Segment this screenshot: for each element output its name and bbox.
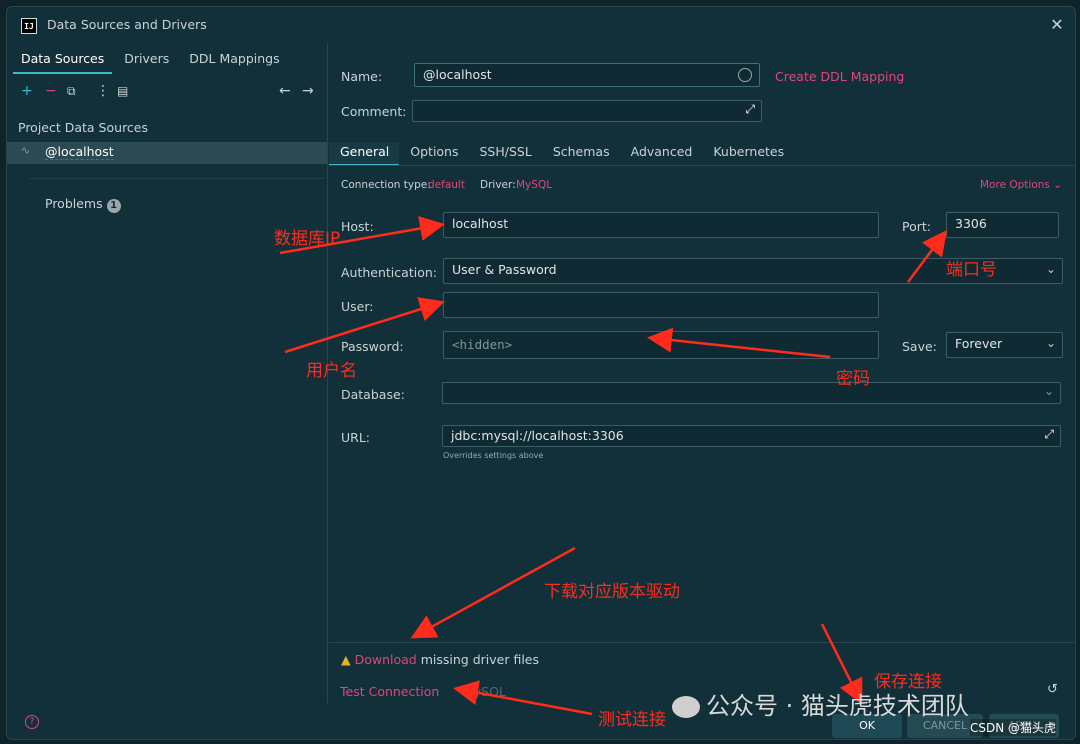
intellij-logo-icon: IJ — [21, 18, 37, 34]
comment-input[interactable]: ⤢ — [412, 100, 762, 122]
password-input[interactable]: <hidden> — [443, 331, 879, 359]
project-data-sources-heading: Project Data Sources — [18, 120, 149, 135]
url-value: jdbc:mysql://localhost:3306 — [451, 428, 624, 443]
chevron-down-icon: ⌄ — [1053, 179, 1063, 191]
tab-advanced[interactable]: Advanced — [620, 142, 703, 166]
left-tabs: Data Sources Drivers DDL Mappings — [13, 48, 292, 74]
save-label: Save: — [902, 339, 937, 354]
authentication-label: Authentication: — [341, 265, 437, 280]
revert-icon[interactable]: ↺ — [1047, 682, 1058, 697]
tab-schemas[interactable]: Schemas — [542, 142, 620, 166]
url-label: URL: — [341, 430, 371, 445]
download-link[interactable]: Download — [355, 652, 417, 667]
name-label: Name: — [341, 69, 383, 84]
port-label: Port: — [902, 219, 931, 234]
download-notice: ▲ Download missing driver files — [341, 652, 539, 667]
database-label: Database: — [341, 387, 405, 402]
left-toolbar: + − ⧉ ⋮ ▤ ← → — [7, 81, 327, 105]
more-options-label: More Options — [980, 179, 1050, 191]
download-notice-text: missing driver files — [420, 652, 540, 667]
problems-label: Problems — [45, 196, 103, 211]
driver-value[interactable]: MySQL — [516, 179, 552, 191]
more-icon[interactable]: ⋮ — [96, 81, 110, 101]
right-panel: Name: @localhost Create DDL Mapping Comm… — [329, 43, 1075, 739]
tab-ssh-ssl[interactable]: SSH/SSL — [469, 142, 542, 166]
host-label: Host: — [341, 219, 374, 234]
tab-divider — [329, 165, 1075, 166]
database-select[interactable]: ⌄ — [442, 382, 1061, 404]
name-input[interactable]: @localhost — [414, 63, 760, 87]
annotation-db-ip: 数据库IP — [274, 229, 341, 249]
url-input[interactable]: jdbc:mysql://localhost:3306 ⤢ — [442, 425, 1061, 447]
annotation-test-connection: 测试连接 — [598, 710, 666, 730]
csdn-watermark: CSDN @猫头虎 — [970, 719, 1057, 736]
form-tabs: General Options SSH/SSL Schemas Advanced… — [329, 142, 1075, 166]
host-input[interactable]: localhost — [443, 212, 879, 238]
warning-icon: ▲ — [341, 652, 351, 667]
window-title: Data Sources and Drivers — [47, 17, 207, 32]
remove-icon[interactable]: − — [45, 81, 57, 101]
chevron-down-icon: ⌄ — [1045, 336, 1056, 350]
comment-label: Comment: — [341, 104, 407, 119]
datasource-item-localhost[interactable]: ∿ @localhost — [7, 142, 327, 164]
driver-label: Driver: — [480, 179, 516, 191]
test-connection-link[interactable]: Test Connection — [340, 684, 439, 699]
annotation-password: 密码 — [836, 369, 870, 389]
tab-options[interactable]: Options — [399, 142, 468, 166]
add-icon[interactable]: + — [21, 81, 33, 101]
forward-icon[interactable]: → — [302, 81, 314, 101]
dialog-window: IJ Data Sources and Drivers ✕ Data Sourc… — [6, 6, 1076, 740]
tab-ddl-mappings[interactable]: DDL Mappings — [181, 48, 287, 74]
tab-drivers[interactable]: Drivers — [116, 48, 177, 74]
authentication-value: User & Password — [452, 262, 557, 277]
close-icon[interactable]: ✕ — [1047, 15, 1067, 35]
wechat-watermark: 公众号 · 猫头虎技术团队 — [672, 686, 969, 721]
divider — [29, 178, 325, 179]
import-icon[interactable]: ▤ — [117, 81, 128, 101]
problems-count-badge: 1 — [106, 199, 121, 213]
annotation-download-driver: 下载对应版本驱动 — [544, 582, 680, 602]
help-icon[interactable]: ? — [25, 715, 39, 729]
user-input[interactable] — [443, 292, 879, 318]
datasource-label: @localhost — [45, 144, 114, 160]
tab-general[interactable]: General — [329, 142, 400, 166]
create-ddl-mapping-link[interactable]: Create DDL Mapping — [775, 69, 904, 84]
more-options-link[interactable]: More Options ⌄ — [980, 179, 1062, 191]
expand-icon[interactable]: ⤢ — [745, 102, 755, 117]
color-circle-icon[interactable] — [738, 68, 752, 82]
test-connection-driver: MySQL — [463, 684, 506, 699]
bottom-divider — [329, 642, 1075, 643]
connection-type-value[interactable]: default — [428, 179, 465, 191]
watermark-text: 公众号 · 猫头虎技术团队 — [706, 692, 969, 720]
url-hint: Overrides settings above — [443, 451, 544, 460]
annotation-port: 端口号 — [946, 260, 997, 280]
problems-item[interactable]: Problems 1 — [45, 196, 121, 213]
chevron-down-icon: ⌄ — [1045, 262, 1056, 276]
user-label: User: — [341, 299, 374, 314]
mysql-dolphin-icon: ∿ — [21, 144, 31, 157]
connection-type-label: Connection type: — [341, 179, 431, 191]
annotation-username: 用户名 — [306, 361, 357, 381]
port-input[interactable]: 3306 — [946, 212, 1059, 238]
title-bar: IJ Data Sources and Drivers ✕ — [7, 7, 1075, 43]
save-select[interactable]: Forever ⌄ — [946, 332, 1063, 358]
wechat-icon — [672, 696, 700, 718]
chevron-down-icon: ⌄ — [1043, 384, 1054, 398]
copy-icon[interactable]: ⧉ — [67, 81, 76, 101]
back-icon[interactable]: ← — [279, 81, 291, 101]
expand-icon[interactable]: ⤢ — [1044, 427, 1054, 442]
tab-data-sources[interactable]: Data Sources — [13, 48, 113, 74]
tab-kubernetes[interactable]: Kubernetes — [702, 142, 794, 166]
name-value: @localhost — [423, 67, 492, 82]
password-label: Password: — [341, 339, 404, 354]
save-value: Forever — [955, 336, 1003, 351]
left-panel: Data Sources Drivers DDL Mappings + − ⧉ … — [7, 43, 328, 703]
